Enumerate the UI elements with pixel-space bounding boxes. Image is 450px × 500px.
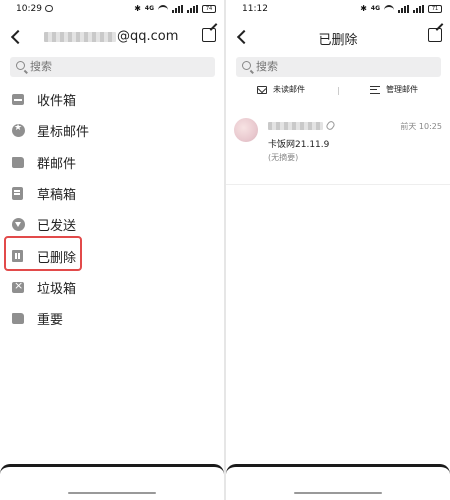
folder-deleted[interactable]: 已删除 xyxy=(0,240,224,271)
folder-icon xyxy=(12,313,24,325)
mail-time: 前天 10:25 xyxy=(400,122,442,131)
search-input[interactable] xyxy=(30,60,180,73)
draft-icon xyxy=(12,187,23,201)
search-bar[interactable] xyxy=(10,57,215,77)
folder-drafts[interactable]: 草稿箱 xyxy=(0,178,224,209)
list-icon xyxy=(370,85,380,94)
folder-label: 群邮件 xyxy=(37,156,77,172)
home-indicator[interactable] xyxy=(68,492,156,494)
folder-label: 垃圾箱 xyxy=(37,281,77,297)
bluetooth-icon: ✱ xyxy=(134,4,141,13)
deleted-folder-screen: 11:12 ✱ 4G 71 已删除 未读邮件 管理邮件 xyxy=(226,0,450,500)
folder-junk[interactable]: 垃圾箱 xyxy=(0,272,224,303)
mail-toolbar: 未读邮件 管理邮件 xyxy=(226,82,450,100)
battery-icon: 71 xyxy=(428,4,442,13)
inbox-icon xyxy=(12,94,24,106)
unread-mail-label: 未读邮件 xyxy=(273,85,305,94)
folder-group[interactable]: 群邮件 xyxy=(0,147,224,178)
folder-list-screen: 10:29 ✱ 4G 74 @qq.com 收件箱 星标邮件 xyxy=(0,0,224,500)
bottom-sheet xyxy=(0,464,224,500)
mail-sender xyxy=(268,119,336,132)
status-time: 11:12 xyxy=(242,4,268,14)
search-icon xyxy=(242,61,251,70)
system-icons: ✱ 4G 71 xyxy=(360,4,442,13)
signal-icon xyxy=(187,4,198,13)
search-input[interactable] xyxy=(256,60,406,73)
network-type: 4G xyxy=(370,4,380,12)
folder-icon xyxy=(12,156,24,168)
folder-label: 已删除 xyxy=(37,250,77,266)
folder-important[interactable]: 重要 xyxy=(0,303,224,334)
folder-inbox[interactable]: 收件箱 xyxy=(0,84,224,115)
toolbar-divider xyxy=(338,87,339,95)
account-suffix: @qq.com xyxy=(117,29,179,44)
top-bar: @qq.com xyxy=(0,24,224,52)
status-bar: 11:12 ✱ 4G 71 xyxy=(226,3,450,17)
signal-icon xyxy=(398,4,409,13)
compose-button[interactable] xyxy=(428,28,442,42)
mail-subject: 卡饭网21.11.9 xyxy=(268,140,330,150)
avatar xyxy=(234,118,258,142)
folder-label: 草稿箱 xyxy=(37,188,77,204)
compose-button[interactable] xyxy=(202,28,216,42)
folder-label: 已发送 xyxy=(37,219,77,235)
wifi-icon xyxy=(384,4,394,13)
manage-mail-label: 管理邮件 xyxy=(386,85,418,94)
junk-icon xyxy=(12,279,24,293)
mail-summary: (无摘要) xyxy=(268,153,299,162)
folder-list: 收件箱 星标邮件 群邮件 草稿箱 已发送 已删除 垃圾箱 重要 xyxy=(0,84,224,334)
top-bar: 已删除 xyxy=(226,24,450,52)
home-indicator[interactable] xyxy=(294,492,382,494)
sent-icon xyxy=(12,218,25,232)
account-title: @qq.com xyxy=(44,29,178,44)
trash-icon xyxy=(12,250,23,263)
system-icons: ✱ 4G 74 xyxy=(134,4,216,13)
back-button[interactable] xyxy=(8,26,26,48)
folder-label: 收件箱 xyxy=(37,94,77,110)
folder-label: 星标邮件 xyxy=(37,125,90,141)
status-bar: 10:29 ✱ 4G 74 xyxy=(0,3,224,17)
unread-mail-button[interactable]: 未读邮件 xyxy=(257,84,305,95)
page-title: 已删除 xyxy=(318,33,358,48)
search-icon xyxy=(16,61,25,70)
status-time: 10:29 xyxy=(16,4,42,14)
envelope-icon xyxy=(257,85,267,94)
bluetooth-icon: ✱ xyxy=(360,4,367,13)
folder-starred[interactable]: 星标邮件 xyxy=(0,115,224,146)
manage-mail-button[interactable]: 管理邮件 xyxy=(370,84,418,95)
list-item[interactable]: 前天 10:25 卡饭网21.11.9 (无摘要) xyxy=(226,115,450,185)
signal-icon xyxy=(413,4,424,13)
notification-icon xyxy=(45,5,53,12)
attachment-icon xyxy=(325,119,336,132)
blurred-sender-name xyxy=(268,121,323,130)
battery-icon: 74 xyxy=(202,4,216,13)
bottom-sheet xyxy=(226,464,450,500)
folder-label: 重要 xyxy=(37,313,64,329)
blurred-account-name xyxy=(44,31,116,42)
wifi-icon xyxy=(158,4,168,13)
network-type: 4G xyxy=(144,4,154,12)
star-icon xyxy=(12,123,25,138)
folder-sent[interactable]: 已发送 xyxy=(0,209,224,240)
signal-icon xyxy=(172,4,183,13)
search-bar[interactable] xyxy=(236,57,441,77)
